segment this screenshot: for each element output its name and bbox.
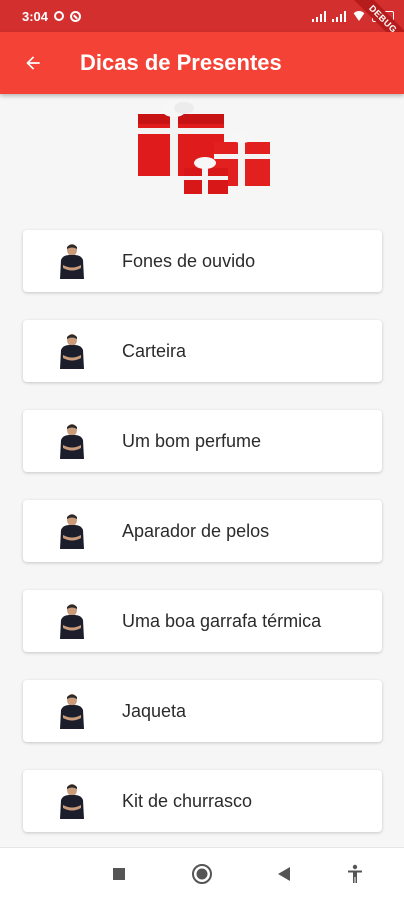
gift-list: Fones de ouvido Carteira Um bom perfume … [23, 230, 382, 860]
gift-list-item[interactable]: Aparador de pelos [23, 500, 382, 562]
gift-item-label: Fones de ouvido [122, 250, 256, 271]
back-triangle-icon [278, 867, 290, 881]
man-avatar-icon [60, 424, 84, 459]
accessibility-button[interactable] [343, 862, 367, 886]
man-avatar-icon [60, 244, 84, 279]
recents-square-icon [113, 868, 125, 880]
gift-item-label: Aparador de pelos [122, 520, 270, 541]
man-avatar-icon [60, 334, 84, 369]
man-avatar-icon [60, 514, 84, 549]
gift-list-item[interactable]: Uma boa garrafa térmica [23, 590, 382, 652]
status-left: 3:04 [22, 8, 82, 24]
arrow-left-icon [26, 56, 40, 70]
system-nav-bar [0, 847, 404, 900]
back-button[interactable] [17, 47, 49, 79]
gift-boxes-icon [134, 100, 274, 195]
do-not-disturb-icon [70, 10, 82, 22]
signal-icon-2 [332, 10, 346, 22]
accessibility-icon [348, 864, 362, 883]
gift-list-item[interactable]: Jaqueta [23, 680, 382, 742]
man-avatar-icon [60, 784, 84, 819]
home-circle-icon [192, 864, 212, 884]
home-button[interactable] [190, 862, 214, 886]
wifi-icon [352, 11, 366, 21]
alarm-icon [54, 11, 65, 21]
nav-back-button[interactable] [272, 862, 296, 886]
man-avatar-icon [60, 604, 84, 639]
page-title: Dicas de Presentes [80, 50, 282, 75]
gift-item-label: Um bom perfume [122, 430, 262, 451]
man-avatar-icon [60, 694, 84, 729]
recents-button[interactable] [107, 862, 131, 886]
status-bar: 3:04 DEBUG [0, 0, 404, 56]
app-bar: Dicas de Presentes [0, 32, 404, 94]
signal-icon [312, 10, 326, 22]
gift-item-label: Jaqueta [122, 700, 187, 721]
status-time: 3:04 [22, 8, 49, 24]
gift-item-label: Carteira [122, 340, 187, 361]
gift-list-item[interactable]: Carteira [23, 320, 382, 382]
gift-list-item[interactable]: Um bom perfume [23, 410, 382, 472]
gift-list-item[interactable]: Fones de ouvido [23, 230, 382, 292]
gift-list-item[interactable]: Kit de churrasco [23, 770, 382, 832]
gift-item-label: Uma boa garrafa térmica [122, 610, 322, 631]
gift-item-label: Kit de churrasco [122, 790, 253, 811]
